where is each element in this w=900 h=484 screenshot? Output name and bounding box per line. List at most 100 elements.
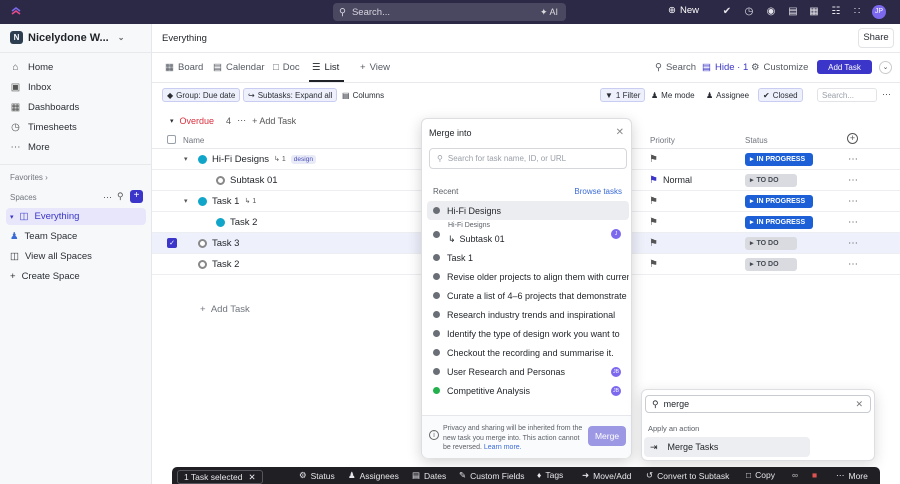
flag-icon[interactable]: ⚑ [649,217,658,228]
check-circle-icon[interactable]: ✔ [721,6,733,18]
space-everything[interactable]: ▾ ◫ Everything [6,208,146,225]
closed-chip[interactable]: ✔ Closed [758,88,803,102]
flag-icon[interactable]: ⚑ [649,238,658,249]
sidebar-item-home[interactable]: ⌂ Home [10,62,53,73]
status-badge[interactable]: ▸ TO DO [745,173,797,187]
group-add-task[interactable]: + Add Task [252,116,296,126]
record-icon[interactable]: ◉ [765,6,777,18]
status-badge[interactable]: ▸ IN PROGRESS [745,215,813,229]
workspace-switcher[interactable]: N Nicelydone W... ⌄ [10,31,124,44]
row-checkbox[interactable]: ✓ [167,238,177,248]
clear-icon[interactable]: ✕ [855,399,863,410]
merge-option[interactable]: Curate a list of 4–6 projects that demon… [427,286,629,305]
task-name[interactable]: Subtask 01 [230,175,278,186]
add-column-button[interactable]: + [847,133,858,144]
tab-board[interactable]: ▦ Board [165,62,203,73]
task-name[interactable]: Task 3 [212,238,239,249]
merge-option[interactable]: Research industry trends and inspiration… [427,305,629,324]
status-circle-icon[interactable] [198,196,207,206]
task-name[interactable]: Task 1 [212,196,239,207]
merge-option[interactable]: User Research and Personas JB [427,362,629,381]
merge-option[interactable]: Revise older projects to align them with… [427,267,629,286]
sidebar-item-timesheets[interactable]: ◷ Timesheets [10,122,77,133]
user-avatar[interactable]: JP [872,5,886,19]
status-badge[interactable]: ▸ TO DO [745,236,797,250]
bulk-custom-fields-button[interactable]: ✎ Custom Fields [459,470,524,481]
tab-calendar[interactable]: ▤ Calendar [213,62,265,73]
columns-button[interactable]: ▤ Columns [338,88,389,102]
document-icon[interactable]: ▤ [787,6,799,18]
trash-icon[interactable]: ■ [812,470,817,480]
status-circle-icon[interactable] [216,217,225,227]
browse-tasks-link[interactable]: Browse tasks [574,187,622,196]
flag-icon[interactable]: ⚑ [649,196,658,207]
status-circle-icon[interactable] [198,154,207,164]
learn-more-link[interactable]: Learn more. [484,444,522,451]
close-icon[interactable]: ✕ [248,472,255,483]
share-button[interactable]: Share [858,28,894,48]
merge-button[interactable]: Merge [588,426,626,446]
column-header-status[interactable]: Status [745,136,768,145]
bulk-copy-button[interactable]: □ Copy [746,470,775,480]
merge-search-input[interactable]: ⚲ Search for task name, ID, or URL [429,148,627,169]
subtask-count[interactable]: ↳ 1 [274,155,286,164]
assignee-button[interactable]: ♟ Assignee [702,88,754,102]
status-circle-icon[interactable] [198,259,207,269]
bulk-dates-button[interactable]: ▤ Dates [412,470,446,481]
list-search-input[interactable]: Search... [817,88,877,102]
merge-option[interactable]: Hi-Fi Designs ↳ Subtask 01 J [427,220,629,248]
flag-icon[interactable]: ⚑ [649,259,658,270]
more-options-icon[interactable]: ⋯ [848,238,858,249]
merge-option[interactable]: Checkout the recording and summarise it. [427,343,629,362]
select-all-checkbox[interactable] [167,135,176,144]
flag-icon[interactable]: ⚑ [649,154,658,165]
status-badge[interactable]: ▸ TO DO [745,257,797,271]
column-header-name[interactable]: Name [183,136,204,145]
tag-chip[interactable]: design [290,154,316,164]
merge-option[interactable]: Hi-Fi Designs [427,201,629,220]
group-header-overdue[interactable]: ▾ Overdue 4 ⋯ + Add Task [170,115,296,126]
status-badge[interactable]: ▸ IN PROGRESS [745,152,813,166]
more-options-icon[interactable]: ⋯ [237,115,246,126]
apps-grid-icon[interactable]: ∷ [851,6,863,18]
bulk-convert-button[interactable]: ↺ Convert to Subtask [646,470,729,481]
caret-down-icon[interactable]: ▾ [184,155,188,163]
status-badge[interactable]: ▸ IN PROGRESS [745,194,813,208]
task-name[interactable]: Task 2 [230,217,257,228]
more-options-icon[interactable]: ⋯ [848,217,858,228]
space-team-space[interactable]: ♟ Team Space [6,228,146,245]
add-task-row[interactable]: + Add Task [200,304,250,315]
merge-option[interactable]: Task 1 [427,248,629,267]
add-space-button[interactable]: + [130,190,143,203]
clock-icon[interactable]: ◷ [743,6,755,18]
favorites-section[interactable]: Favorites › [10,173,48,182]
merge-tasks-action[interactable]: ⇥ Merge Tasks [644,437,810,457]
bulk-tags-button[interactable]: ♦ Tags [537,470,563,480]
more-options-icon[interactable]: ⋯ [848,196,858,207]
sidebar-item-inbox[interactable]: ▣ Inbox [10,82,51,93]
tab-list[interactable]: ☰ List [312,62,339,73]
ai-button[interactable]: ✦ AI [540,7,558,18]
subtasks-chip[interactable]: ↪ Subtasks: Expand all [243,88,338,102]
clickup-logo-icon[interactable] [10,6,22,18]
customize-button[interactable]: ⚙ Customize [751,62,808,73]
column-header-priority[interactable]: Priority [650,136,675,145]
bulk-move-button[interactable]: ➜ Move/Add [582,470,631,481]
command-input[interactable]: ⚲ merge ✕ [645,395,871,413]
chevron-down-icon[interactable]: ⌄ [879,61,892,74]
task-name[interactable]: Task 2 [212,259,239,270]
sidebar-item-more[interactable]: ⋯ More [10,142,50,153]
flag-icon[interactable]: ⚑ [649,175,658,186]
link-icon[interactable]: ∞ [792,470,798,480]
filter-chip[interactable]: ▼ 1 Filter [600,88,646,102]
search-button[interactable]: ⚲ Search [655,62,696,73]
search-icon[interactable]: ⚲ [117,191,124,202]
status-circle-icon[interactable] [216,175,225,185]
tab-doc[interactable]: □ Doc [273,62,300,73]
add-task-button[interactable]: Add Task [817,60,872,74]
new-button[interactable]: ⊕ New [668,5,699,16]
tab-add-view[interactable]: + View [360,62,390,73]
more-options-icon[interactable]: ⋯ [848,175,858,186]
more-options-icon[interactable]: ⋯ [103,192,112,203]
bulk-assignees-button[interactable]: ♟ Assignees [348,470,399,481]
